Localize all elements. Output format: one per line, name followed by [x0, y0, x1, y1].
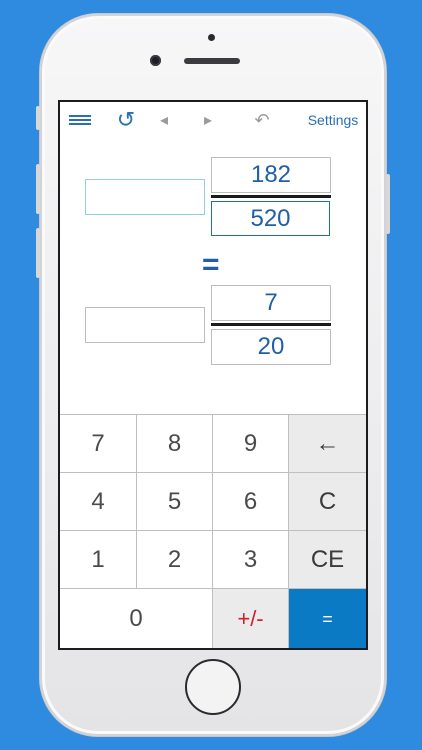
volume-up-button	[36, 164, 40, 214]
input-numerator-field[interactable]: 182	[211, 157, 331, 193]
result-numerator-field: 7	[211, 285, 331, 321]
equals-sign: =	[202, 248, 220, 281]
circular-arrow-icon[interactable]: ↺	[114, 107, 138, 132]
key-4[interactable]: 4	[60, 473, 137, 531]
key-0[interactable]: 0	[60, 589, 213, 648]
front-camera	[150, 55, 161, 66]
clear-entry-button[interactable]: CE	[289, 531, 366, 589]
home-button[interactable]	[185, 659, 241, 715]
sign-toggle-button[interactable]: +/-	[213, 589, 289, 648]
key-3[interactable]: 3	[213, 531, 289, 589]
mute-switch	[36, 106, 40, 130]
key-6[interactable]: 6	[213, 473, 289, 531]
volume-down-button	[36, 228, 40, 278]
earpiece-speaker	[184, 58, 240, 64]
key-8[interactable]: 8	[137, 415, 213, 473]
input-denominator-field[interactable]: 520	[211, 201, 330, 236]
backspace-button[interactable]: ←	[289, 415, 366, 473]
toolbar: ↺ ◂ ▸ ↶ Settings	[60, 102, 366, 138]
input-fraction-bar	[211, 195, 331, 198]
key-2[interactable]: 2	[137, 531, 213, 589]
hamburger-menu-icon[interactable]	[68, 108, 92, 132]
result-denominator-field: 20	[211, 329, 331, 365]
clear-button[interactable]: C	[289, 473, 366, 531]
app-screen: ↺ ◂ ▸ ↶ Settings 182 520 = 7 20 7 8 9 ← …	[58, 100, 368, 650]
key-5[interactable]: 5	[137, 473, 213, 531]
equals-button[interactable]: =	[289, 589, 366, 648]
triangle-left-icon[interactable]: ◂	[154, 108, 174, 132]
undo-arrow-icon[interactable]: ↶	[250, 108, 274, 132]
input-whole-field[interactable]	[85, 179, 205, 215]
settings-button[interactable]: Settings	[302, 108, 364, 132]
key-7[interactable]: 7	[60, 415, 137, 473]
key-9[interactable]: 9	[213, 415, 289, 473]
result-whole-field	[85, 307, 205, 343]
result-fraction-bar	[211, 323, 331, 326]
triangle-right-icon[interactable]: ▸	[198, 108, 218, 132]
keypad: 7 8 9 ← 4 5 6 C 1 2 3 CE 0 +/- =	[60, 414, 366, 648]
proximity-sensor	[208, 34, 215, 41]
key-1[interactable]: 1	[60, 531, 137, 589]
power-button	[386, 174, 390, 234]
